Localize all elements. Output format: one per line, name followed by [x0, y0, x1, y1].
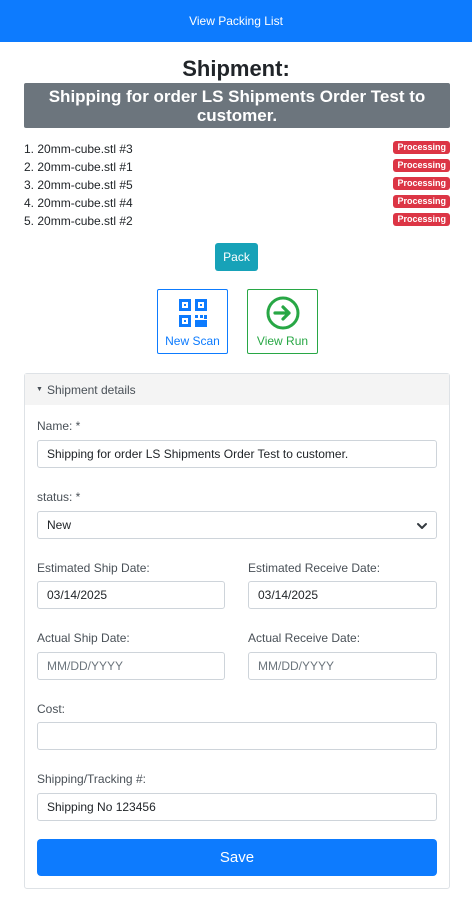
- actual-receive-date-label: Actual Receive Date:: [248, 631, 361, 645]
- view-run-label: View Run: [256, 334, 309, 348]
- status-selected-value: New: [47, 518, 72, 532]
- list-item: 4. 20mm-cube.stl #4 Processing: [24, 194, 450, 212]
- item-number: 5.: [24, 214, 35, 228]
- item-name: 20mm-cube.stl #1: [37, 160, 133, 174]
- tracking-field[interactable]: Shipping No 123456: [37, 793, 437, 821]
- shipment-details-panel: ▼ Shipment details Name: * Shipping for …: [24, 373, 450, 889]
- list-item: 1. 20mm-cube.stl #3 Processing: [24, 140, 450, 158]
- item-number: 4.: [24, 196, 35, 210]
- caret-down-icon: ▼: [36, 386, 43, 393]
- item-number: 2.: [24, 160, 35, 174]
- estimated-receive-date-field[interactable]: 03/14/2025: [248, 581, 437, 609]
- item-name: 20mm-cube.stl #3: [37, 142, 133, 156]
- arrow-right-circle-icon: [266, 296, 299, 330]
- shipment-details-title: Shipment details: [46, 382, 136, 397]
- item-number: 1.: [24, 142, 35, 156]
- status-select[interactable]: New: [37, 511, 437, 539]
- shipment-name-banner: Shipping for order LS Shipments Order Te…: [24, 83, 450, 128]
- item-name: 20mm-cube.stl #2: [37, 214, 133, 228]
- view-run-button[interactable]: View Run: [247, 289, 318, 354]
- status-label: status: *: [37, 490, 81, 504]
- name-label: Name: *: [37, 419, 81, 433]
- estimated-receive-date-label: Estimated Receive Date:: [248, 561, 381, 575]
- view-packing-list-link[interactable]: View Packing List: [189, 14, 283, 28]
- status-badge: Processing: [393, 213, 450, 226]
- shipment-item-list: 1. 20mm-cube.stl #3 Processing 2. 20mm-c…: [24, 140, 450, 230]
- status-badge: Processing: [393, 141, 450, 154]
- status-badge: Processing: [393, 159, 450, 172]
- estimated-ship-date-label: Estimated Ship Date:: [37, 561, 150, 575]
- new-scan-label: New Scan: [165, 334, 220, 348]
- top-navbar: View Packing List: [0, 0, 472, 42]
- page-title: Shipment:: [182, 56, 290, 81]
- cost-label: Cost:: [37, 702, 66, 716]
- shipment-details-toggle[interactable]: ▼ Shipment details: [25, 374, 449, 405]
- status-badge: Processing: [393, 177, 450, 190]
- cost-field[interactable]: [37, 722, 437, 750]
- list-item: 5. 20mm-cube.stl #2 Processing: [24, 212, 450, 230]
- qr-code-icon: [178, 299, 207, 327]
- chevron-down-icon: [417, 523, 427, 529]
- list-item: 2. 20mm-cube.stl #1 Processing: [24, 158, 450, 176]
- tracking-label: Shipping/Tracking #:: [37, 772, 146, 786]
- actual-ship-date-label: Actual Ship Date:: [37, 631, 130, 645]
- actual-receive-date-field[interactable]: MM/DD/YYYY: [248, 652, 437, 680]
- actual-ship-date-field[interactable]: MM/DD/YYYY: [37, 652, 225, 680]
- save-button[interactable]: Save: [37, 839, 437, 876]
- item-name: 20mm-cube.stl #5: [37, 178, 133, 192]
- list-item: 3. 20mm-cube.stl #5 Processing: [24, 176, 450, 194]
- new-scan-button[interactable]: New Scan: [157, 289, 228, 354]
- pack-button[interactable]: Pack: [215, 243, 258, 271]
- item-name: 20mm-cube.stl #4: [37, 196, 133, 210]
- estimated-ship-date-field[interactable]: 03/14/2025: [37, 581, 225, 609]
- name-field[interactable]: Shipping for order LS Shipments Order Te…: [37, 440, 437, 468]
- status-badge: Processing: [393, 195, 450, 208]
- item-number: 3.: [24, 178, 35, 192]
